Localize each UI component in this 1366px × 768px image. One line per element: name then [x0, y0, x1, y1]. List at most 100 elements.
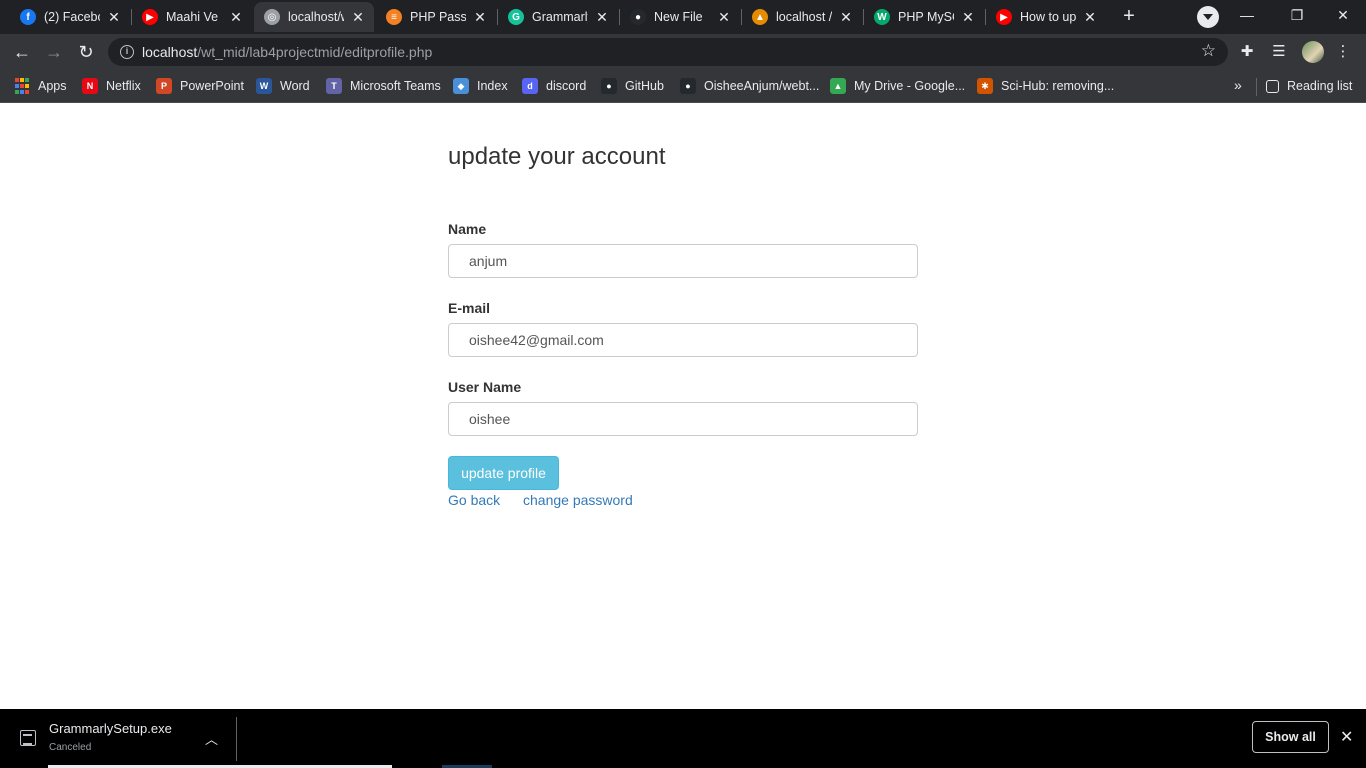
forward-arrow-icon[interactable]: →	[42, 40, 66, 64]
update-profile-button[interactable]: update profile	[448, 456, 559, 490]
tab-label: New File	[654, 10, 703, 24]
file-icon	[20, 730, 36, 746]
tab-label: Grammarly	[532, 10, 588, 24]
extensions-puzzle-icon[interactable]: ✚	[1237, 42, 1257, 62]
close-tab-icon[interactable]: ✕	[594, 9, 610, 26]
browser-chrome: f(2) Facebook✕▶Maahi Ve F✕◎localhost/w✕≡…	[0, 0, 1366, 103]
new-tab-button[interactable]: +	[1117, 5, 1141, 29]
bookmark-label: Sci-Hub: removing...	[1001, 79, 1115, 93]
close-window-icon[interactable]: ✕	[1320, 0, 1366, 32]
bookmark-item[interactable]: ▲ My Drive - Google...	[830, 76, 965, 96]
close-tab-icon[interactable]: ✕	[716, 9, 732, 26]
back-arrow-icon[interactable]: ←	[10, 40, 34, 64]
reading-list-button[interactable]: Reading list	[1266, 76, 1352, 96]
close-tab-icon[interactable]: ✕	[472, 9, 488, 26]
email-field[interactable]	[448, 323, 918, 357]
restore-icon[interactable]: ❐	[1274, 0, 1320, 32]
tab-3[interactable]: ◎ localhost/w ✕	[254, 2, 374, 32]
profile-avatar[interactable]	[1302, 41, 1324, 63]
bookmark-label: Microsoft Teams	[350, 79, 441, 93]
w3schools-icon: W	[874, 9, 890, 25]
download-status: Canceled	[49, 742, 92, 753]
youtube-icon: ▶	[142, 9, 158, 25]
bookmark-label: OisheeAnjum/webt...	[704, 79, 820, 93]
bookmarks-overflow-icon[interactable]: »	[1234, 77, 1242, 93]
bookmark-item[interactable]: W Word	[256, 76, 310, 96]
bookmark-label: PowerPoint	[180, 79, 244, 93]
tab-1[interactable]: f (2) Facebook ✕	[10, 2, 130, 32]
name-field[interactable]	[448, 244, 918, 278]
google-drive-icon: ▲	[830, 78, 846, 94]
tab-label: Maahi Ve F	[166, 10, 222, 24]
menu-kebab-icon[interactable]: ⋮	[1333, 42, 1353, 62]
minimize-icon[interactable]: —	[1224, 0, 1270, 32]
bookmark-star-icon[interactable]: ☆	[1201, 41, 1216, 61]
close-tab-icon[interactable]: ✕	[106, 9, 122, 26]
bookmark-item[interactable]: ● OisheeAnjum/webt...	[680, 76, 819, 96]
close-tab-icon[interactable]: ✕	[1082, 9, 1098, 26]
tab-6[interactable]: ● New File ✕	[620, 2, 740, 32]
close-icon[interactable]: ✕	[1340, 727, 1353, 747]
name-label: Name	[448, 221, 487, 237]
url-host: localhost	[142, 44, 198, 60]
divider	[1256, 78, 1257, 96]
facebook-icon: f	[20, 9, 36, 25]
tab-label: localhost /	[776, 10, 832, 24]
stackoverflow-icon: ≡	[386, 9, 402, 25]
reading-list-label: Reading list	[1287, 79, 1353, 93]
bookmark-item[interactable]: N Netflix	[82, 76, 141, 96]
apps-grid-icon	[14, 78, 30, 94]
github-icon: ●	[630, 9, 646, 25]
powerpoint-icon: P	[156, 78, 172, 94]
close-tab-icon[interactable]: ✕	[228, 9, 244, 26]
go-back-link[interactable]: Go back	[448, 492, 500, 508]
github-icon: ●	[601, 78, 617, 94]
bookmark-label: Word	[280, 79, 310, 93]
close-tab-icon[interactable]: ✕	[350, 9, 366, 26]
url-text[interactable]: localhost/wt_mid/lab4projectmid/editprof…	[142, 44, 432, 60]
bookmark-item[interactable]: d discord	[522, 76, 586, 96]
chevron-up-icon[interactable]: ︿	[205, 729, 218, 748]
tab-strip: f(2) Facebook✕▶Maahi Ve F✕◎localhost/w✕≡…	[0, 0, 1366, 34]
bookmark-label: GitHub	[625, 79, 664, 93]
tab-5[interactable]: G Grammarly ✕	[498, 2, 618, 32]
word-icon: W	[256, 78, 272, 94]
show-all-button[interactable]: Show all	[1252, 721, 1329, 753]
address-bar[interactable]: i localhost/wt_mid/lab4projectmid/editpr…	[108, 38, 1228, 66]
download-filename[interactable]: GrammarlySetup.exe	[49, 721, 172, 736]
bookmark-label: discord	[546, 79, 587, 93]
tab-search-icon[interactable]	[1197, 6, 1219, 28]
bookmark-label: Apps	[38, 79, 67, 93]
bookmark-item[interactable]: P PowerPoint	[156, 76, 244, 96]
globe-icon: ◎	[264, 9, 280, 25]
close-tab-icon[interactable]: ✕	[838, 9, 854, 26]
bookmark-item[interactable]: ◆ Index	[453, 76, 508, 96]
tab-label: PHP Pass v	[410, 10, 466, 24]
bookmark-item[interactable]: ● GitHub	[601, 76, 664, 96]
reload-icon[interactable]: ↻	[74, 40, 98, 64]
email-label: E-mail	[448, 300, 491, 316]
divider	[236, 717, 237, 761]
bookmark-item[interactable]: Apps	[14, 76, 67, 96]
media-control-icon[interactable]: ☰	[1269, 42, 1289, 62]
tab-2[interactable]: ▶ Maahi Ve F ✕	[132, 2, 252, 32]
tab-7[interactable]: ▲ localhost / ✕	[742, 2, 862, 32]
bookmark-label: My Drive - Google...	[854, 79, 966, 93]
info-icon[interactable]: i	[120, 45, 134, 59]
tab-4[interactable]: ≡ PHP Pass v ✕	[376, 2, 496, 32]
grammarly-icon: G	[508, 9, 524, 25]
username-label: User Name	[448, 379, 522, 395]
change-password-link[interactable]: change password	[523, 492, 633, 508]
tab-8[interactable]: W PHP MySQ ✕	[864, 2, 984, 32]
tab-9[interactable]: ▶ How to up ✕	[986, 2, 1106, 32]
youtube-icon: ▶	[996, 9, 1012, 25]
bookmark-item[interactable]: ✱ Sci-Hub: removing...	[977, 76, 1114, 96]
tab-label: PHP MySQ	[898, 10, 954, 24]
tab-label: localhost/w	[288, 10, 344, 24]
bookmark-label: Index	[477, 79, 508, 93]
bookmark-item[interactable]: T Microsoft Teams	[326, 76, 441, 96]
username-field[interactable]	[448, 402, 918, 436]
close-tab-icon[interactable]: ✕	[960, 9, 976, 26]
phpmyadmin-icon: ▲	[752, 9, 768, 25]
toolbar: ← → ↻ i localhost/wt_mid/lab4projectmid/…	[0, 34, 1366, 70]
